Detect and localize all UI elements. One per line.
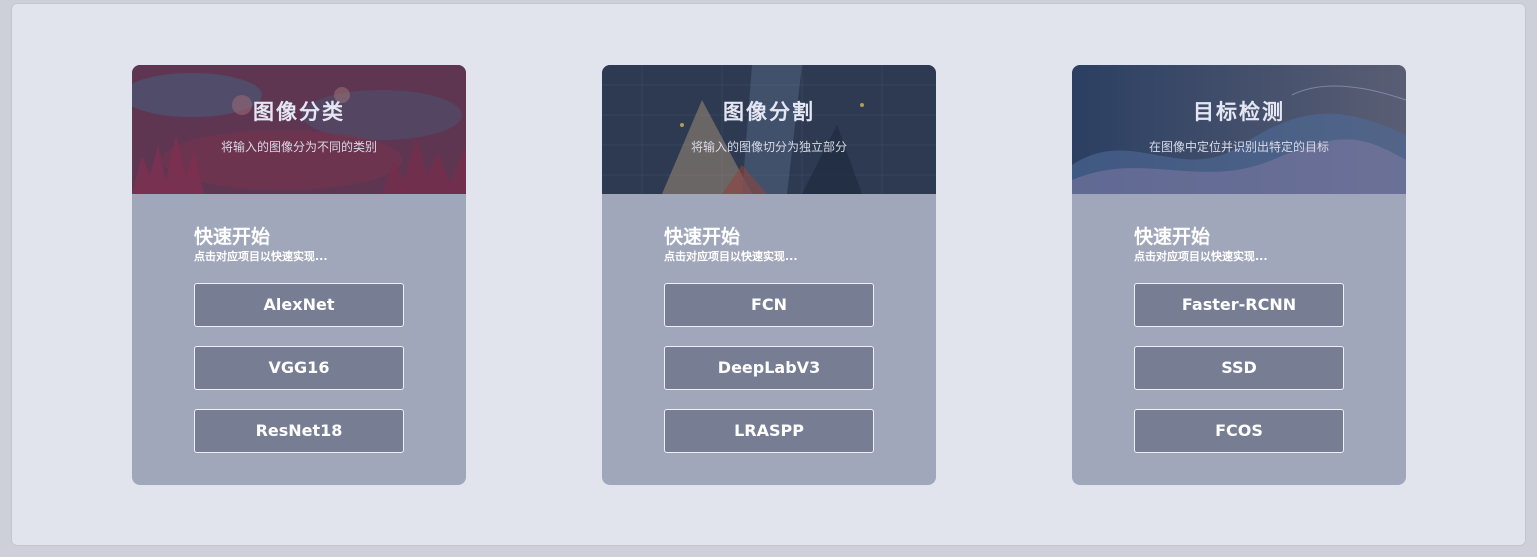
card-title: 图像分类 bbox=[253, 100, 345, 124]
card-subtitle: 将输入的图像分为不同的类别 bbox=[220, 140, 377, 154]
fcos-button[interactable]: FCOS bbox=[1134, 409, 1344, 453]
ssd-button[interactable]: SSD bbox=[1134, 346, 1344, 390]
quickstart-title: 快速开始 bbox=[194, 226, 271, 248]
card-body: 快速开始 点击对应项目以快速实现... FCN DeepLabV3 LRASPP bbox=[602, 194, 936, 453]
model-button-list: Faster-RCNN SSD FCOS bbox=[1134, 283, 1406, 453]
faster-rcnn-button[interactable]: Faster-RCNN bbox=[1134, 283, 1344, 327]
fcn-button[interactable]: FCN bbox=[664, 283, 874, 327]
alexnet-button[interactable]: AlexNet bbox=[194, 283, 404, 327]
quickstart-subtitle: 点击对应项目以快速实现... bbox=[1134, 250, 1268, 263]
model-button-list: AlexNet VGG16 ResNet18 bbox=[194, 283, 466, 453]
quickstart-subtitle: 点击对应项目以快速实现... bbox=[664, 250, 798, 263]
main-panel: 图像分类 将输入的图像分为不同的类别 快速开始 点击对应项目以快速实现... A… bbox=[11, 3, 1526, 546]
card-body: 快速开始 点击对应项目以快速实现... Faster-RCNN SSD FCOS bbox=[1072, 194, 1406, 453]
model-button-list: FCN DeepLabV3 LRASPP bbox=[664, 283, 936, 453]
card-body: 快速开始 点击对应项目以快速实现... AlexNet VGG16 ResNet… bbox=[132, 194, 466, 453]
lraspp-button[interactable]: LRASPP bbox=[664, 409, 874, 453]
card-image-segmentation: 图像分割 将输入的图像切分为独立部分 快速开始 点击对应项目以快速实现... F… bbox=[602, 65, 936, 485]
card-header-image: 图像分割 将输入的图像切分为独立部分 bbox=[602, 65, 936, 194]
quickstart-title: 快速开始 bbox=[1134, 226, 1211, 248]
vgg16-button[interactable]: VGG16 bbox=[194, 346, 404, 390]
card-header-image: 图像分类 将输入的图像分为不同的类别 bbox=[132, 65, 466, 194]
card-title: 图像分割 bbox=[723, 100, 815, 124]
card-image-classification: 图像分类 将输入的图像分为不同的类别 快速开始 点击对应项目以快速实现... A… bbox=[132, 65, 466, 485]
card-header-image: 目标检测 在图像中定位并识别出特定的目标 bbox=[1072, 65, 1406, 194]
quickstart-subtitle: 点击对应项目以快速实现... bbox=[194, 250, 328, 263]
deeplabv3-button[interactable]: DeepLabV3 bbox=[664, 346, 874, 390]
quickstart-title: 快速开始 bbox=[664, 226, 741, 248]
card-object-detection: 目标检测 在图像中定位并识别出特定的目标 快速开始 点击对应项目以快速实现...… bbox=[1072, 65, 1406, 485]
resnet18-button[interactable]: ResNet18 bbox=[194, 409, 404, 453]
card-subtitle: 在图像中定位并识别出特定的目标 bbox=[1148, 140, 1329, 154]
card-subtitle: 将输入的图像切分为独立部分 bbox=[690, 140, 847, 154]
card-title: 目标检测 bbox=[1193, 100, 1285, 124]
